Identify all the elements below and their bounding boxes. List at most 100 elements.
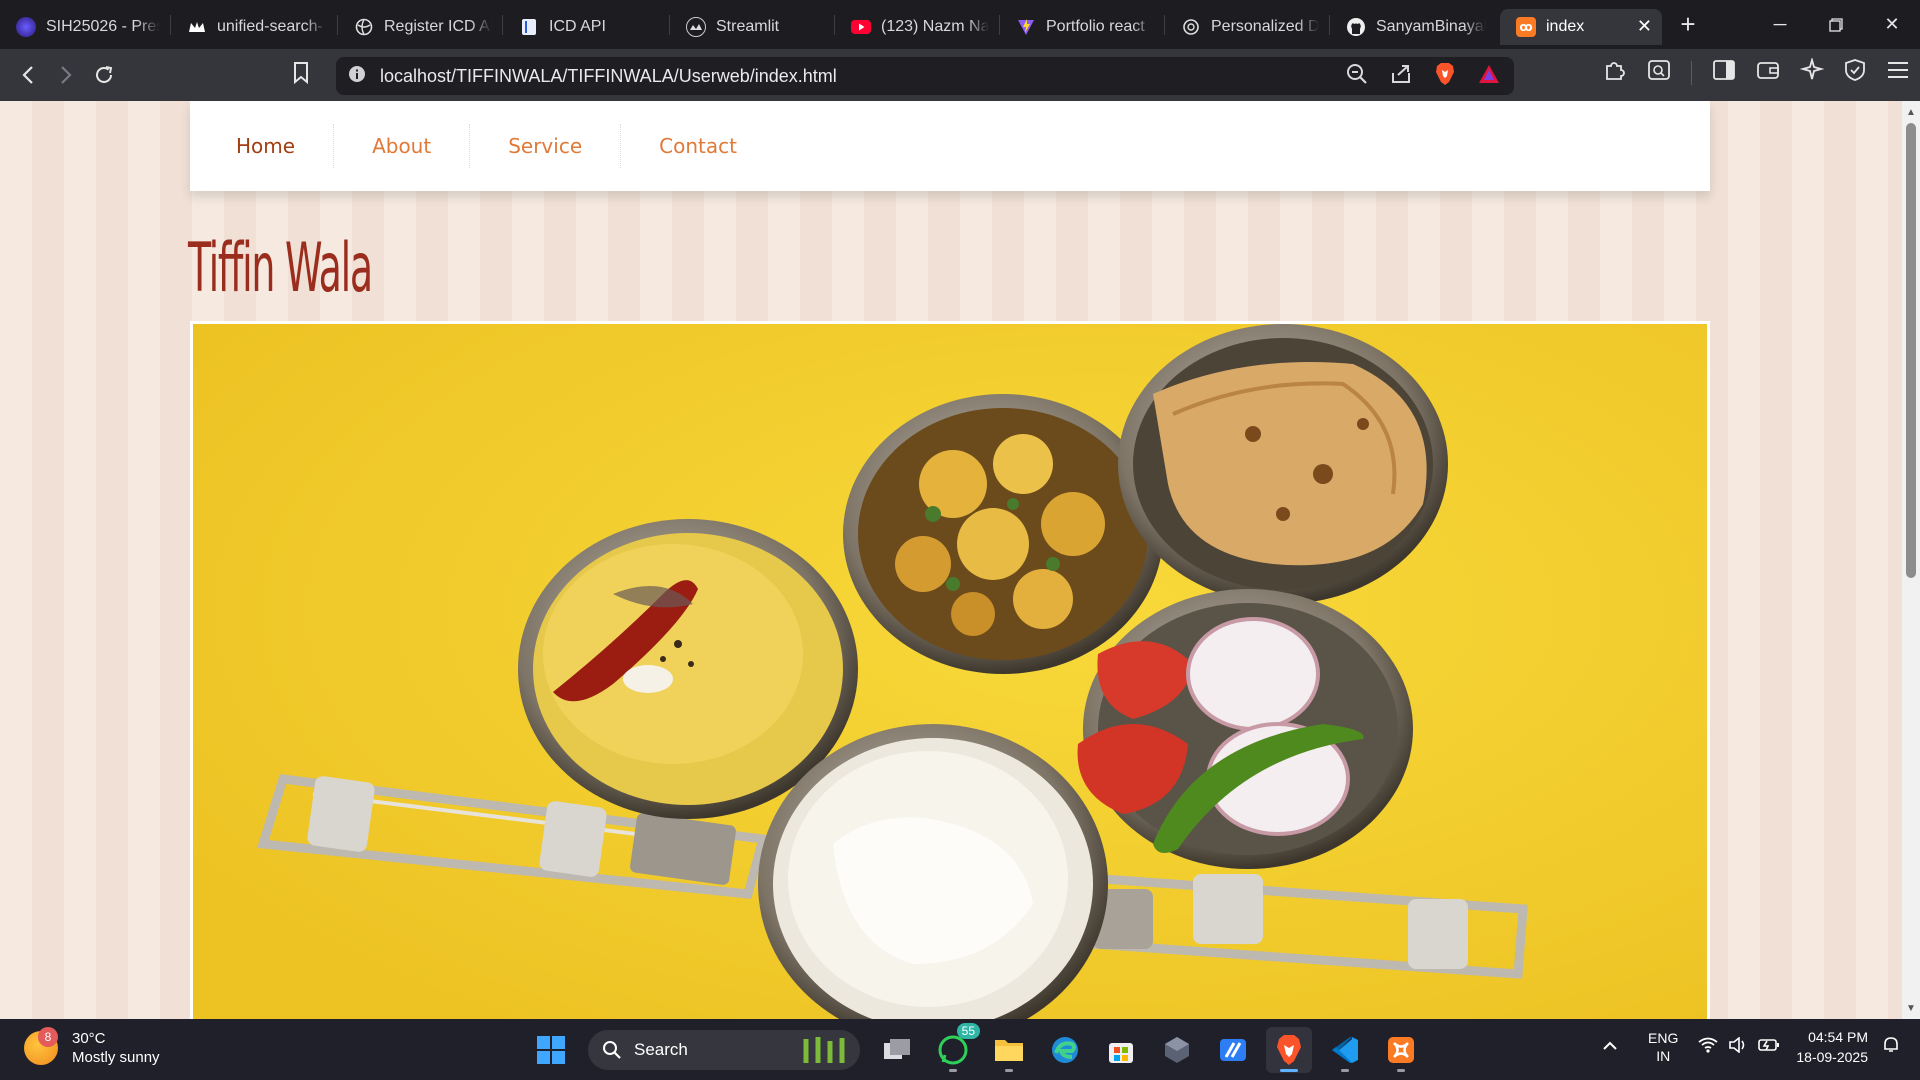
weather-widget[interactable]: 8 30°C Mostly sunny bbox=[24, 1027, 160, 1067]
chapati-bowl bbox=[1118, 324, 1448, 604]
start-button[interactable] bbox=[528, 1027, 574, 1073]
window-controls: ─ ✕ bbox=[1752, 0, 1920, 49]
tab-title: SanyamBinayak bbox=[1376, 17, 1486, 35]
globe-icon bbox=[354, 17, 374, 37]
tab-youtube[interactable]: (123) Nazm Naz bbox=[835, 9, 999, 45]
tiffin-illustration bbox=[193, 324, 1707, 1019]
wifi-icon[interactable] bbox=[1698, 1037, 1718, 1058]
nav-contact-link[interactable]: Contact bbox=[621, 124, 775, 168]
tab-title: unified-search- bbox=[217, 17, 323, 35]
edge-icon bbox=[1052, 1037, 1078, 1063]
extensions-icon[interactable] bbox=[1603, 58, 1627, 87]
page-viewport: Home About Service Contact Tiffin Wala bbox=[0, 101, 1902, 1019]
vite-icon bbox=[1016, 17, 1036, 37]
folder-icon bbox=[995, 1040, 1023, 1061]
clock-date: 18-09-2025 bbox=[1796, 1049, 1868, 1065]
volume-icon[interactable] bbox=[1728, 1035, 1748, 1058]
brave-rewards-icon[interactable] bbox=[1478, 64, 1500, 89]
chevron-up-icon[interactable] bbox=[1602, 1038, 1618, 1056]
document-icon bbox=[519, 17, 539, 37]
brave-button[interactable] bbox=[1266, 1027, 1312, 1073]
search-icon bbox=[603, 1041, 621, 1059]
xampp-icon: ꝏ bbox=[1516, 16, 1536, 37]
tab-title: ICD API bbox=[549, 17, 606, 35]
url-text[interactable]: localhost/TIFFINWALA/TIFFINWALA/Userweb/… bbox=[380, 66, 1346, 87]
brave-icon bbox=[1277, 1035, 1301, 1065]
nav-home-link[interactable]: Home bbox=[210, 124, 335, 168]
site-info-icon[interactable] bbox=[348, 65, 366, 88]
site-title: Tiffin Wala bbox=[188, 229, 373, 308]
tab-title: SIH25026 - Pres bbox=[46, 17, 160, 35]
browser-tab-strip: SIH25026 - Pres unified-search- Register… bbox=[0, 0, 1920, 49]
pen-app-icon bbox=[1220, 1039, 1246, 1061]
xampp-button[interactable] bbox=[1378, 1027, 1424, 1073]
store-icon bbox=[1109, 1043, 1133, 1063]
task-view-icon bbox=[884, 1039, 910, 1059]
scrollbar-thumb[interactable] bbox=[1906, 123, 1916, 578]
whatsapp-button[interactable]: 55 bbox=[930, 1023, 980, 1073]
tab-personalized[interactable]: Personalized De bbox=[1165, 9, 1329, 45]
vpn-icon[interactable] bbox=[1844, 58, 1866, 87]
tab-title: Portfolio react bbox=[1046, 17, 1145, 35]
tab-streamlit[interactable]: Streamlit bbox=[670, 9, 834, 45]
tab-index-active[interactable]: ꝏ index ✕ bbox=[1500, 8, 1662, 45]
system-tray: ENG IN 04:54 PM 18-09-2025 bbox=[1602, 1027, 1900, 1067]
edge-button[interactable] bbox=[1042, 1027, 1088, 1073]
reload-icon[interactable] bbox=[86, 57, 122, 93]
taskbar-search[interactable]: Search bbox=[588, 1030, 860, 1070]
close-window-icon[interactable]: ✕ bbox=[1864, 0, 1920, 49]
weather-sun-icon: 8 bbox=[24, 1027, 58, 1065]
minimize-icon[interactable]: ─ bbox=[1752, 0, 1808, 49]
new-tab-button[interactable]: + bbox=[1668, 9, 1708, 40]
battery-icon[interactable] bbox=[1758, 1037, 1780, 1058]
tab-title: Streamlit bbox=[716, 17, 780, 35]
sidebar-icon[interactable] bbox=[1712, 59, 1736, 86]
file-explorer-button[interactable] bbox=[986, 1027, 1032, 1073]
forward-icon[interactable] bbox=[48, 57, 84, 93]
browser-toolbar: localhost/TIFFINWALA/TIFFINWALA/Userweb/… bbox=[0, 49, 1920, 101]
close-tab-icon[interactable]: ✕ bbox=[1637, 16, 1652, 37]
tab-register-icd[interactable]: Register ICD AP bbox=[338, 9, 502, 45]
tab-unified-search[interactable]: unified-search- bbox=[171, 9, 337, 45]
site-navbar: Home About Service Contact bbox=[190, 101, 1710, 191]
cube-icon bbox=[1165, 1037, 1189, 1063]
notification-icon[interactable] bbox=[1882, 1036, 1900, 1059]
share-icon[interactable] bbox=[1390, 63, 1412, 90]
bamboo-icon bbox=[803, 1037, 845, 1063]
sih-icon bbox=[16, 16, 36, 37]
store-button[interactable] bbox=[1098, 1027, 1144, 1073]
tab-portfolio[interactable]: Portfolio react bbox=[1000, 9, 1164, 45]
wallet-icon[interactable] bbox=[1756, 59, 1780, 86]
nav-about-link[interactable]: About bbox=[334, 124, 471, 168]
scroll-up-icon[interactable]: ▲ bbox=[1902, 103, 1920, 121]
bookmark-icon[interactable] bbox=[292, 61, 310, 90]
nav-service-link[interactable]: Service bbox=[470, 124, 622, 168]
leo-ai-icon[interactable] bbox=[1799, 56, 1825, 87]
leo-search-icon[interactable] bbox=[1647, 59, 1671, 86]
back-icon[interactable] bbox=[10, 57, 46, 93]
tab-sih[interactable]: SIH25026 - Pres bbox=[0, 9, 170, 45]
address-bar[interactable]: localhost/TIFFINWALA/TIFFINWALA/Userweb/… bbox=[336, 57, 1514, 95]
restore-icon[interactable] bbox=[1808, 0, 1864, 49]
app-editor-button[interactable] bbox=[1210, 1027, 1256, 1073]
language-indicator[interactable]: ENG IN bbox=[1648, 1029, 1678, 1065]
whatsapp-badge: 55 bbox=[956, 1023, 980, 1039]
openai-icon bbox=[1181, 17, 1201, 37]
clock[interactable]: 04:54 PM 18-09-2025 bbox=[1796, 1027, 1868, 1067]
menu-icon[interactable] bbox=[1886, 60, 1910, 85]
tab-icd-api[interactable]: ICD API bbox=[503, 9, 669, 45]
xampp-icon bbox=[1388, 1037, 1414, 1063]
task-view-button[interactable] bbox=[874, 1027, 920, 1073]
page-scrollbar[interactable]: ▲ ▼ bbox=[1902, 101, 1920, 1019]
tab-github[interactable]: SanyamBinayak bbox=[1330, 9, 1496, 45]
scroll-down-icon[interactable]: ▼ bbox=[1902, 999, 1920, 1017]
search-label: Search bbox=[634, 1040, 688, 1059]
cauliflower-sabzi-bowl bbox=[843, 394, 1163, 674]
brave-shields-icon[interactable] bbox=[1434, 62, 1456, 91]
app-3d-button[interactable] bbox=[1154, 1027, 1200, 1073]
zoom-icon[interactable] bbox=[1346, 63, 1368, 90]
windows-icon bbox=[537, 1036, 565, 1064]
tab-title: (123) Nazm Naz bbox=[881, 17, 989, 35]
tab-title: index bbox=[1546, 17, 1585, 35]
vscode-button[interactable] bbox=[1322, 1027, 1368, 1073]
